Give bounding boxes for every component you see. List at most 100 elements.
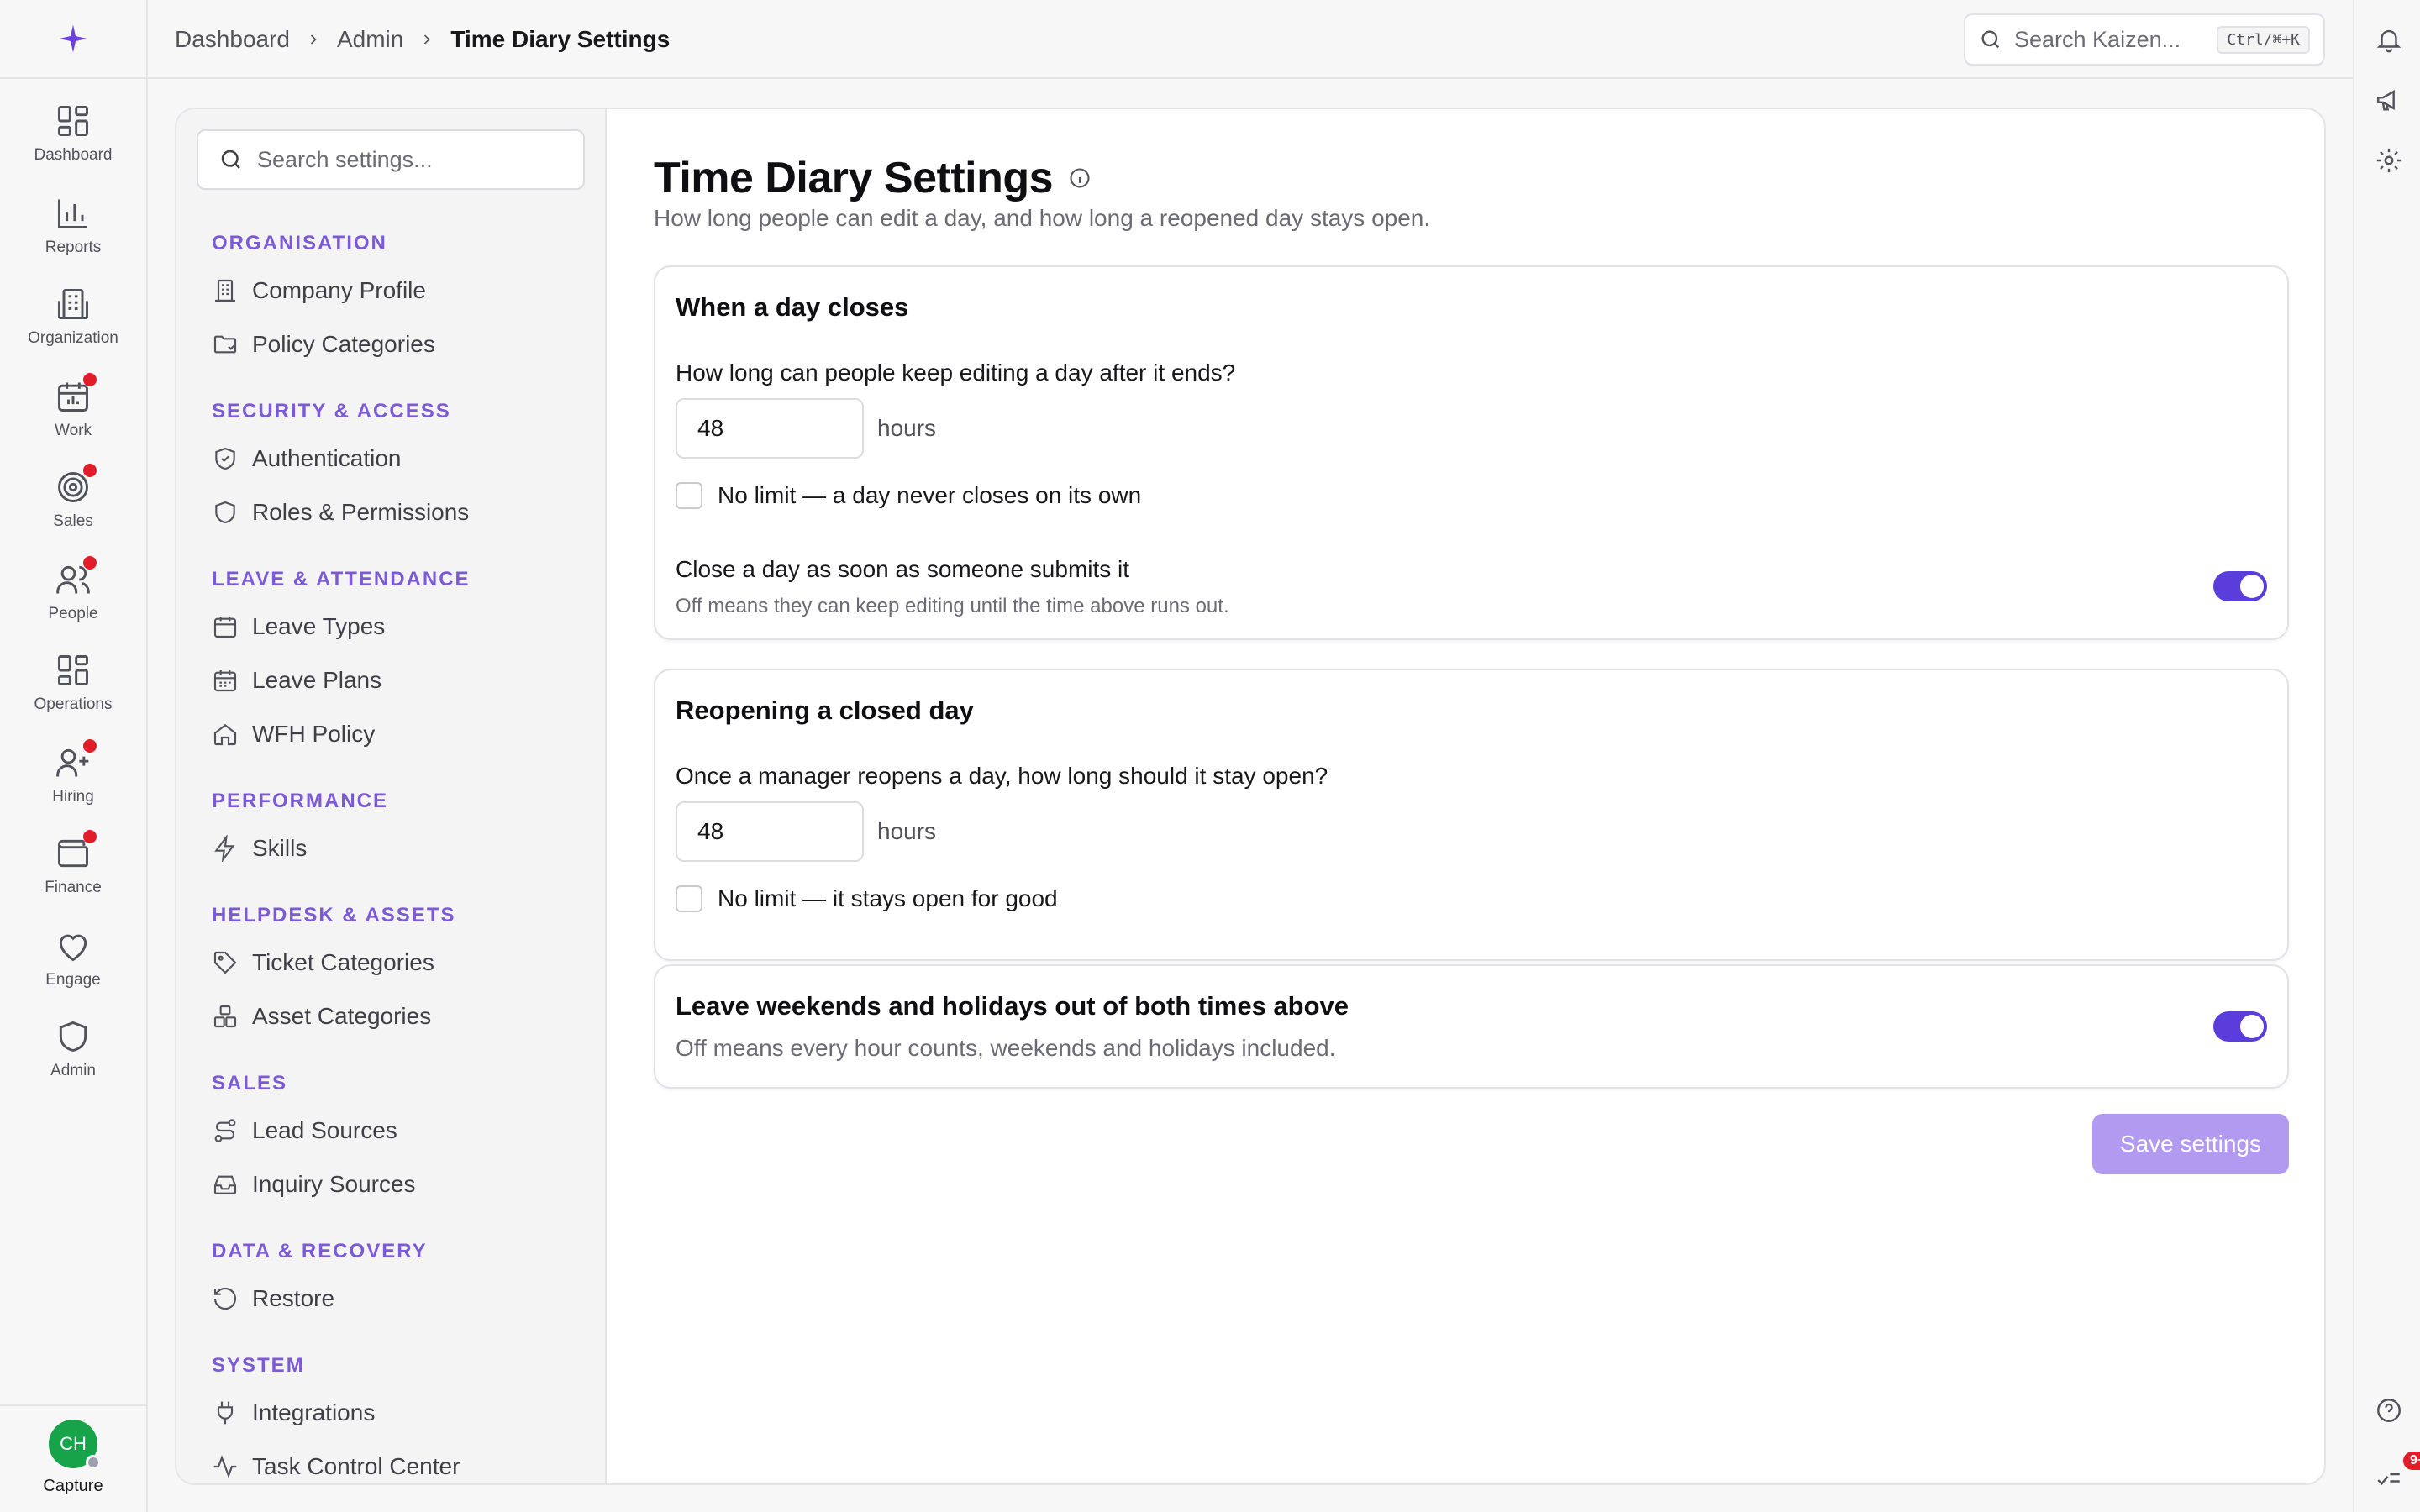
avatar[interactable]: CH — [49, 1420, 101, 1470]
close-day-panel: When a day closes How long can people ke… — [654, 265, 2289, 640]
hours-unit: hours — [877, 818, 937, 844]
rail-item-finance[interactable]: Finance — [0, 830, 146, 916]
bell-icon[interactable] — [2375, 25, 2403, 54]
rail-label: Sales — [53, 512, 93, 530]
no-limit-reopen-checkbox[interactable] — [676, 885, 702, 912]
nav-item-authentication[interactable]: Authentication — [212, 440, 401, 477]
rail-item-sales[interactable]: Sales — [0, 464, 146, 549]
calendar-icon — [212, 613, 239, 640]
no-limit-close-option[interactable]: No limit — a day never closes on its own — [676, 482, 1141, 509]
close-on-submit-label: Close a day as soon as someone submits i… — [676, 556, 1130, 582]
nav-item-leave-types[interactable]: Leave Types — [212, 608, 385, 645]
grid-icon — [55, 102, 92, 139]
nav-item-label: Company Profile — [252, 277, 426, 303]
nav-section-organisation: ORGANISATION — [212, 232, 387, 255]
nav-item-ticket-categories[interactable]: Ticket Categories — [212, 944, 434, 981]
nav-item-asset-categories[interactable]: Asset Categories — [212, 998, 431, 1035]
folder-icon — [212, 331, 239, 358]
settings-main: Time Diary Settings How long people can … — [607, 109, 2324, 1483]
global-search[interactable]: Search Kaizen... Ctrl/⌘+K — [1964, 13, 2325, 66]
info-icon[interactable] — [1068, 166, 1092, 190]
rail-label: Hiring — [52, 788, 94, 806]
presence-indicator — [86, 1455, 101, 1470]
tag-icon — [212, 949, 239, 976]
nav-item-lead-sources[interactable]: Lead Sources — [212, 1112, 397, 1149]
heart-icon — [55, 927, 92, 964]
rail-label: Admin — [50, 1062, 96, 1079]
gear-icon[interactable] — [2375, 146, 2403, 175]
rail-item-organization[interactable]: Organization — [0, 286, 146, 366]
rail-item-reports[interactable]: Reports — [0, 195, 146, 276]
zap-icon — [212, 835, 239, 862]
nav-item-label: Leave Plans — [252, 667, 382, 693]
nav-item-inquiry-sources[interactable]: Inquiry Sources — [212, 1166, 416, 1203]
notification-dot — [83, 556, 97, 570]
breadcrumb-admin[interactable]: Admin — [337, 26, 403, 53]
nav-item-label: Skills — [252, 835, 308, 861]
nav-item-leave-plans[interactable]: Leave Plans — [212, 662, 381, 699]
settings-search[interactable] — [197, 129, 585, 190]
rail-item-hiring[interactable]: Hiring — [0, 739, 146, 825]
rail-label: Work — [55, 422, 92, 439]
reopen-window-question: Once a manager reopens a day, how long s… — [676, 763, 1328, 789]
close-on-submit-toggle[interactable] — [2213, 571, 2267, 601]
panel-title: When a day closes — [676, 292, 909, 322]
edit-window-question: How long can people keep editing a day a… — [676, 360, 1236, 386]
save-settings-button[interactable]: Save settings — [2092, 1114, 2289, 1174]
rail-label: Reports — [45, 239, 102, 256]
avatar-initials: CH — [60, 1433, 87, 1454]
reopen-day-panel: Reopening a closed day Once a manager re… — [654, 669, 2289, 961]
nav-item-wfh-policy[interactable]: WFH Policy — [212, 716, 375, 753]
notification-dot — [83, 830, 97, 843]
nav-item-roles-permissions[interactable]: Roles & Permissions — [212, 494, 469, 531]
calendar-icon — [212, 667, 239, 694]
route-icon — [212, 1117, 239, 1144]
page-header: Time Diary Settings — [654, 153, 1092, 203]
nav-item-restore[interactable]: Restore — [212, 1280, 334, 1317]
nav-section-security: SECURITY & ACCESS — [212, 400, 451, 423]
rail-label: Engage — [45, 971, 101, 989]
reopen-window-hours-input[interactable] — [676, 801, 864, 862]
nav-item-task-control-center[interactable]: Task Control Center — [212, 1448, 460, 1483]
capture-area[interactable]: CH Capture — [0, 1404, 146, 1512]
megaphone-icon[interactable] — [2375, 86, 2403, 114]
nav-item-label: Leave Types — [252, 613, 386, 639]
nav-section-performance: PERFORMANCE — [212, 790, 389, 812]
panel-title: Reopening a closed day — [676, 696, 974, 725]
notification-dot — [83, 464, 97, 477]
app-logo[interactable] — [0, 0, 146, 79]
nav-section-data-recovery: DATA & RECOVERY — [212, 1240, 428, 1263]
nav-item-policy-categories[interactable]: Policy Categories — [212, 326, 435, 363]
rail-item-dashboard[interactable]: Dashboard — [0, 102, 146, 183]
chevron-right-icon — [418, 31, 435, 48]
no-limit-close-checkbox[interactable] — [676, 482, 702, 509]
notification-dot — [83, 739, 97, 753]
no-limit-reopen-option[interactable]: No limit — it stays open for good — [676, 885, 1058, 912]
rail-item-people[interactable]: People — [0, 556, 146, 642]
rail-label: Operations — [34, 696, 113, 713]
panel-title: Leave weekends and holidays out of both … — [676, 991, 1349, 1021]
nav-item-company-profile[interactable]: Company Profile — [212, 272, 426, 309]
nav-item-skills[interactable]: Skills — [212, 830, 307, 867]
breadcrumb-dashboard[interactable]: Dashboard — [175, 26, 290, 53]
nav-item-label: Policy Categories — [252, 331, 435, 357]
rail-item-admin[interactable]: Admin — [0, 1018, 146, 1099]
edit-window-hours-input[interactable] — [676, 398, 864, 459]
settings-search-input[interactable] — [257, 146, 563, 173]
help-icon[interactable] — [2375, 1396, 2403, 1425]
nav-item-label: Restore — [252, 1285, 335, 1311]
inbox-icon — [212, 1171, 239, 1198]
nav-item-integrations[interactable]: Integrations — [212, 1394, 375, 1431]
rail-item-operations[interactable]: Operations — [0, 652, 146, 732]
rail-item-work[interactable]: Work — [0, 373, 146, 459]
exclude-weekends-toggle[interactable] — [2213, 1011, 2267, 1042]
page-title: Time Diary Settings — [654, 154, 1054, 202]
tasks-icon[interactable]: 9+ — [2375, 1452, 2420, 1488]
rail-item-engage[interactable]: Engage — [0, 927, 146, 1008]
close-on-submit-hint: Off means they can keep editing until th… — [676, 595, 1229, 617]
weekends-hint: Off means every hour counts, weekends an… — [676, 1035, 1336, 1061]
rail-label: Dashboard — [34, 146, 113, 164]
search-icon — [1979, 28, 2002, 51]
checkbox-label: No limit — a day never closes on its own — [718, 482, 1142, 508]
settings-nav: ORGANISATION Company Profile Policy Cate… — [176, 109, 607, 1483]
